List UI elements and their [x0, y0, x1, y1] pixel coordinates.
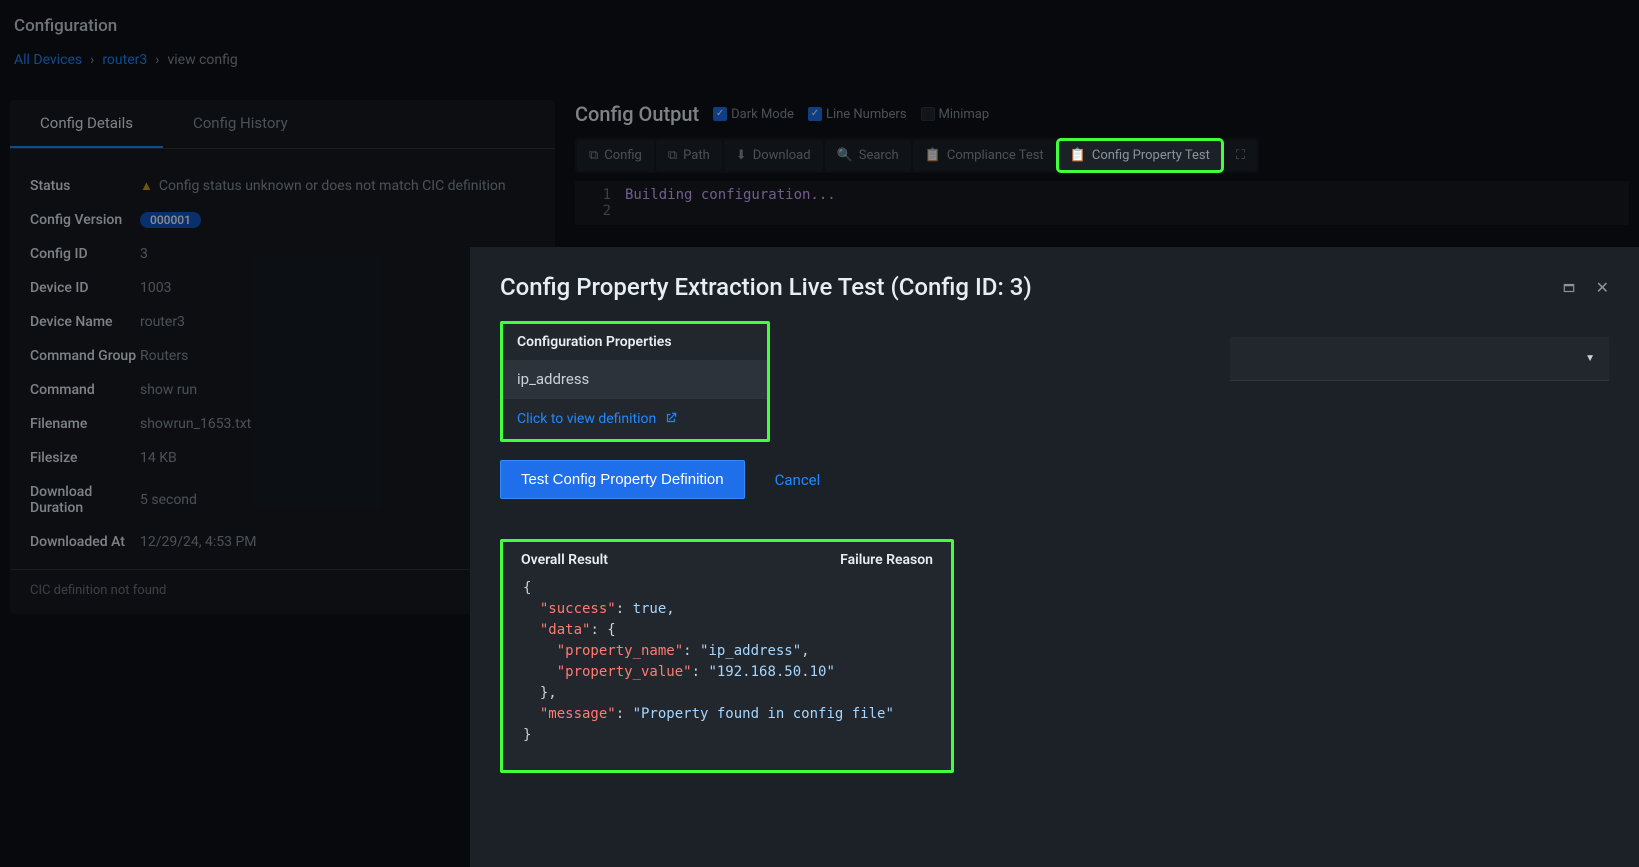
config-property-test-modal: Config Property Extraction Live Test (Co…	[470, 247, 1639, 867]
configuration-properties-box: Configuration Properties ip_address Clic…	[500, 321, 770, 442]
chevron-down-icon: ▼	[1585, 353, 1595, 364]
overall-result-box: Overall Result Failure Reason { "success…	[500, 539, 954, 773]
toolbar-config-property-test[interactable]: 📋 Config Property Test	[1058, 140, 1222, 171]
configuration-properties-header: Configuration Properties	[503, 324, 767, 360]
result-json: { "success": true, "data": { "property_n…	[517, 578, 937, 746]
property-dropdown[interactable]: ▼	[1230, 337, 1609, 381]
close-icon[interactable]: ✕	[1596, 278, 1609, 297]
maximize-icon[interactable]	[1562, 278, 1576, 297]
configuration-property-value[interactable]: ip_address	[503, 360, 767, 399]
overall-result-label: Overall Result	[521, 552, 608, 568]
clipboard-icon: 📋	[1070, 148, 1086, 163]
cancel-button[interactable]: Cancel	[775, 471, 821, 489]
modal-title: Config Property Extraction Live Test (Co…	[500, 273, 1032, 301]
view-definition-link[interactable]: Click to view definition	[517, 411, 753, 427]
failure-reason-label: Failure Reason	[840, 552, 933, 568]
test-config-property-button[interactable]: Test Config Property Definition	[500, 460, 745, 499]
external-link-icon	[664, 411, 678, 427]
